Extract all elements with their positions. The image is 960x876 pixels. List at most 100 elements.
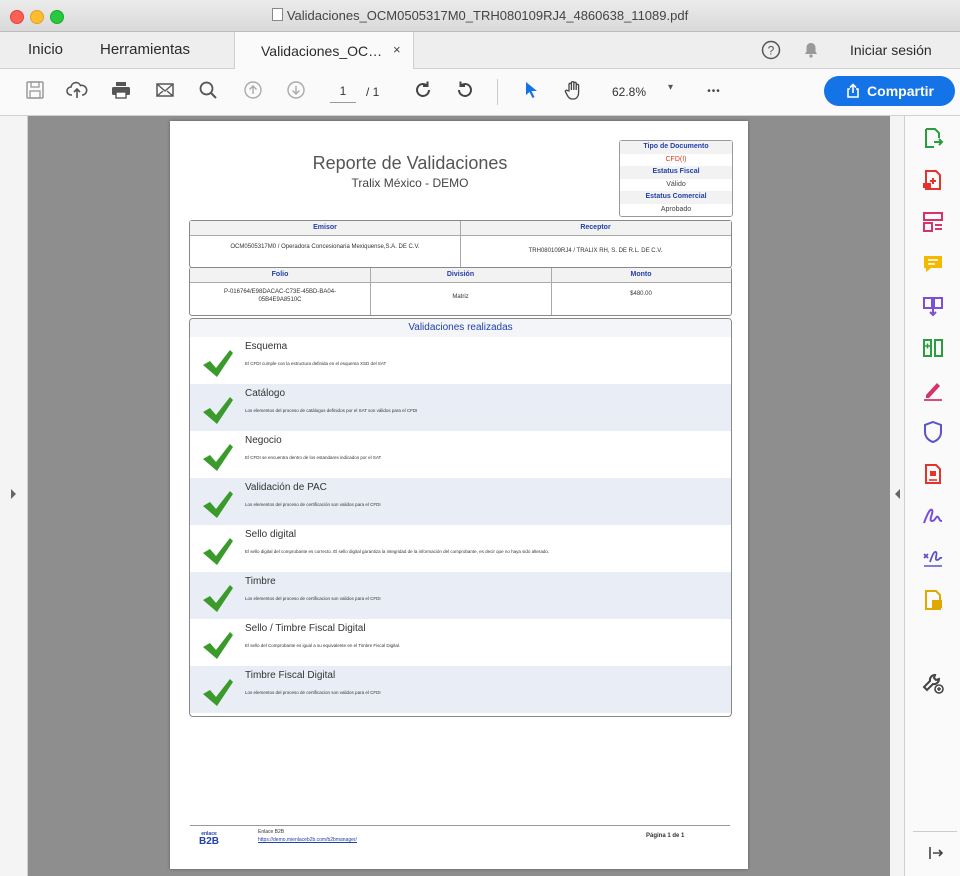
hand-icon [564,81,580,100]
footer-url-link[interactable]: https://demo.mienlaceb2b.com/b2bmanager/ [258,837,357,843]
magnifier-icon [199,81,217,99]
check-icon [203,397,233,424]
validations-header: Validaciones realizadas [190,319,731,337]
page-number-input[interactable]: 1 [330,84,356,103]
help-icon[interactable]: ? [761,40,781,60]
envelope-icon [156,83,174,97]
share-icon [847,83,859,98]
validation-row: Validación de PAC Los elementos del proc… [190,478,731,525]
printer-icon [112,82,130,99]
validation-description: El CFDI se encuentra dentro de los estan… [245,455,382,460]
emisor-label: Emisor [313,224,337,231]
collapse-right-panel-icon[interactable] [893,488,902,500]
help-icon-glyph: ? [768,44,775,58]
rotate-counterclockwise-button[interactable] [452,79,478,105]
tab-document[interactable]: Validaciones_OC… × [234,32,414,69]
select-tool-button[interactable] [518,79,544,105]
validation-row: Esquema El CFDI cumple con la estructura… [190,337,731,384]
cloud-upload-icon [66,81,88,98]
monto-value: $480.00 [630,291,652,297]
validation-description: El sello del Comprobante es igual a su e… [245,643,401,648]
next-page-button[interactable] [283,79,309,105]
bell-icon[interactable] [802,41,820,59]
rotate-clockwise-button[interactable] [410,79,436,105]
validation-row: Sello / Timbre Fiscal Digital El sello d… [190,619,731,666]
protect-icon[interactable] [921,420,945,444]
export-pdf-icon[interactable] [921,126,945,150]
zoom-level[interactable]: 62.8% [612,85,646,99]
print-button[interactable] [108,79,134,105]
hand-tool-button[interactable] [560,79,586,105]
footer-page-number: Página 1 de 1 [646,833,685,839]
sign-in-link[interactable]: Iniciar sesión [850,32,932,68]
compress-pdf-icon[interactable] [921,462,945,486]
tools-panel [904,116,960,876]
validation-title: Sello / Timbre Fiscal Digital [245,623,366,634]
search-button[interactable] [195,79,221,105]
validation-row: Timbre Fiscal Digital Los elementos del … [190,666,731,713]
document-status-box: Tipo de Documento CFD(I) Estatus Fiscal … [619,140,733,217]
share-button-label: Compartir [867,83,934,99]
share-button[interactable]: Compartir [824,76,955,106]
organize-pages-icon[interactable] [921,336,945,360]
validation-description: Los elementos del proceso de certificaci… [245,690,381,695]
emisor-value: OCM0505317M0 / Operadora Concesionaria M… [230,244,420,250]
division-label: División [446,271,475,278]
comment-icon[interactable] [921,252,945,276]
tab-herramientas[interactable]: Herramientas [100,32,190,68]
send-for-review-icon[interactable] [921,588,945,612]
check-icon [203,632,233,659]
collapse-panel-icon[interactable] [927,844,945,862]
arrow-down-circle-icon [287,81,305,99]
upload-cloud-button[interactable] [64,79,90,105]
tab-bar: Inicio Herramientas Validaciones_OC… × ?… [0,32,960,69]
validation-description: Los elementos del proceso de certificaci… [245,596,381,601]
validation-description: Los elementos del proceso de catálogos d… [245,408,418,413]
footer-enlace: Enlace B2B [258,829,285,835]
tab-inicio[interactable]: Inicio [28,32,63,68]
folio-table: Folio División Monto P-016764/E98DACAC-C… [189,267,732,316]
tipo-label: Tipo de Documento [620,141,732,154]
emisor-receptor-table: Emisor Receptor OCM0505317M0 / Operadora… [189,220,732,268]
validation-title: Timbre Fiscal Digital [245,670,336,681]
more-tools-icon[interactable] [921,671,945,695]
more-options-button[interactable]: ••• [701,79,727,105]
row-divider [190,282,731,283]
tipo-value: CFD(I) [665,155,687,163]
email-button[interactable] [152,79,178,105]
check-icon [203,491,233,518]
save-button[interactable] [22,79,48,105]
combine-files-icon[interactable] [921,294,945,318]
folio-value-line1: P-016764/E98DACAC-C73E-45BD-BA04- [223,289,337,295]
validation-row: Timbre Los elementos del proceso de cert… [190,572,731,619]
request-signature-icon[interactable] [921,504,945,528]
right-panel-handle [890,116,904,876]
zoom-dropdown-icon[interactable]: ▾ [668,82,673,93]
fill-sign-pen-icon[interactable] [921,546,945,570]
previous-page-button[interactable] [240,79,266,105]
validation-title: Sello digital [245,529,297,540]
edit-pdf-icon[interactable] [921,210,945,234]
report-subtitle: Tralix México - DEMO [351,176,469,190]
folio-value-line2: 05B4E9A8510C [258,297,302,303]
window-title: Validaciones_OCM0505317M0_TRH080109RJ4_4… [0,8,960,23]
receptor-label: Receptor [580,224,611,231]
check-icon [203,585,233,612]
validation-description: El sello digital del comprobante es corr… [245,549,550,554]
check-icon [203,679,233,706]
validations-table: Validaciones realizadas Esquema El CFDI … [189,318,732,717]
arrow-up-circle-icon [244,81,262,99]
close-tab-icon[interactable]: × [393,42,401,57]
col-divider [370,268,371,315]
check-icon [203,444,233,471]
expand-left-panel-icon[interactable] [9,488,18,500]
validation-description: Los elementos del proceso de certificaci… [245,502,381,507]
fill-sign-icon[interactable] [921,378,945,402]
tab-document-label: Validaciones_OC… [261,43,383,59]
pdf-file-icon [271,8,283,21]
validation-title: Esquema [245,341,288,352]
create-pdf-icon[interactable] [921,168,945,192]
panel-divider [913,831,957,832]
col-divider [460,221,461,267]
report-title: Reporte de Validaciones [312,153,508,173]
